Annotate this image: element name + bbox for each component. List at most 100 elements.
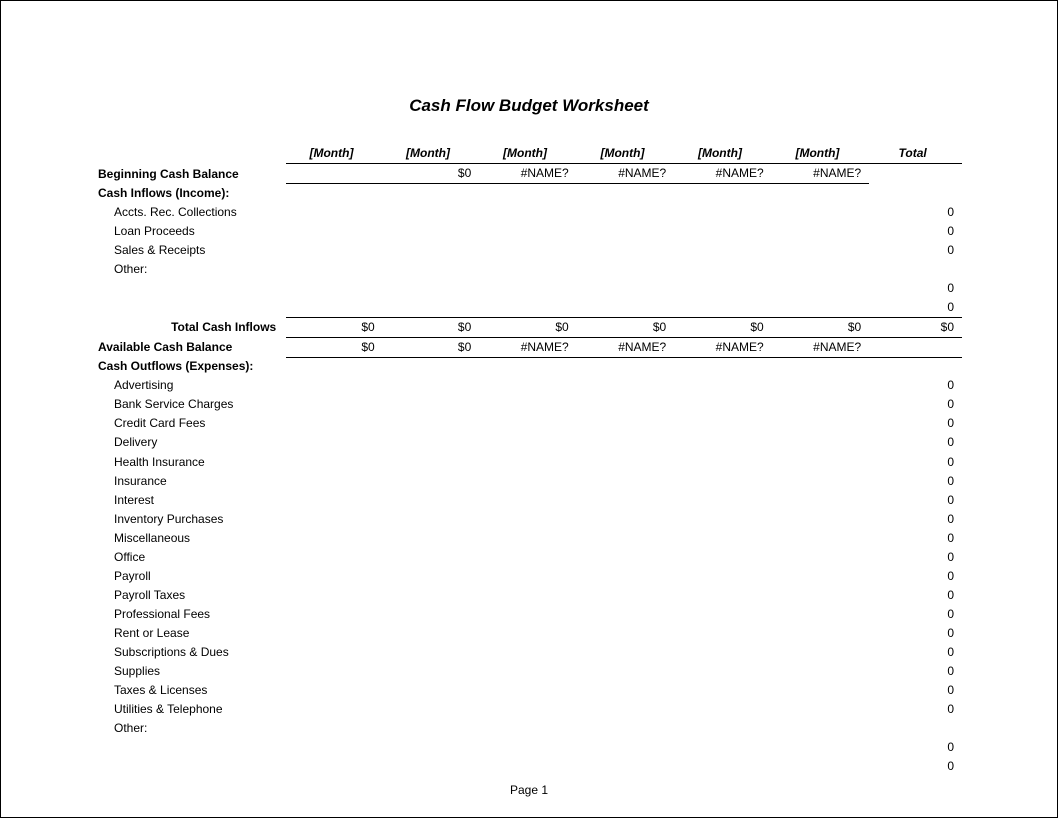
item-label <box>96 279 286 298</box>
cell: $0 <box>674 317 771 337</box>
cell: $0 <box>383 317 480 337</box>
row-beginning-balance: Beginning Cash Balance $0 #NAME? #NAME? … <box>96 164 962 184</box>
row-outflow-item: Payroll0 <box>96 567 962 586</box>
page-title: Cash Flow Budget Worksheet <box>96 96 962 116</box>
col-header-total: Total <box>869 144 962 164</box>
cell <box>286 395 383 414</box>
cell-total <box>869 719 962 738</box>
cell-total: 0 <box>869 700 962 719</box>
cell <box>383 241 480 260</box>
cell <box>479 624 576 643</box>
cell <box>577 453 674 472</box>
cell <box>577 376 674 395</box>
cell <box>479 548 576 567</box>
cell <box>772 395 869 414</box>
cell <box>286 453 383 472</box>
cell <box>479 567 576 586</box>
item-label: Other: <box>96 260 286 279</box>
cell <box>772 491 869 510</box>
cell <box>577 203 674 222</box>
cell <box>674 586 771 605</box>
cell <box>674 414 771 433</box>
cell <box>479 719 576 738</box>
col-header-month: [Month] <box>772 144 869 164</box>
cell-total: 0 <box>869 279 962 298</box>
cell: #NAME? <box>772 337 869 357</box>
cell <box>286 662 383 681</box>
cell-total: 0 <box>869 643 962 662</box>
cell <box>674 567 771 586</box>
cell <box>577 491 674 510</box>
item-label: Subscriptions & Dues <box>96 643 286 662</box>
item-label: Loan Proceeds <box>96 222 286 241</box>
cell <box>383 510 480 529</box>
row-outflow-item: Subscriptions & Dues 0 <box>96 643 962 662</box>
cell <box>577 757 674 776</box>
cell <box>674 491 771 510</box>
cell: #NAME? <box>674 164 771 184</box>
cell <box>772 529 869 548</box>
cell <box>479 222 576 241</box>
cell <box>383 433 480 452</box>
col-header-month: [Month] <box>479 144 576 164</box>
cell <box>577 643 674 662</box>
cell <box>772 414 869 433</box>
cell <box>383 298 480 318</box>
cell: #NAME? <box>577 164 674 184</box>
cell: $0 <box>772 317 869 337</box>
cell <box>772 433 869 452</box>
cell <box>286 510 383 529</box>
cell <box>772 279 869 298</box>
cell <box>772 681 869 700</box>
cell <box>286 376 383 395</box>
item-label: Professional Fees <box>96 605 286 624</box>
cell <box>577 298 674 318</box>
cell <box>577 738 674 757</box>
cell-total: 0 <box>869 548 962 567</box>
cell: $0 <box>383 337 480 357</box>
cell <box>577 433 674 452</box>
cell-total: 0 <box>869 757 962 776</box>
cell <box>577 719 674 738</box>
cell <box>577 529 674 548</box>
cell-total: 0 <box>869 662 962 681</box>
cell-total: 0 <box>869 433 962 452</box>
cell <box>674 738 771 757</box>
cell <box>479 586 576 605</box>
item-label <box>96 757 286 776</box>
cell <box>772 241 869 260</box>
item-label: Delivery <box>96 433 286 452</box>
item-label: Payroll <box>96 567 286 586</box>
cell <box>286 298 383 318</box>
row-outflow-blank: 0 <box>96 757 962 776</box>
cell <box>479 376 576 395</box>
item-label: Health Insurance <box>96 453 286 472</box>
cell <box>577 662 674 681</box>
cell <box>577 395 674 414</box>
cell <box>674 395 771 414</box>
cell: #NAME? <box>479 337 576 357</box>
label-outflows-header: Cash Outflows (Expenses): <box>96 357 286 376</box>
cell <box>577 510 674 529</box>
cell-total: 0 <box>869 222 962 241</box>
cell <box>286 757 383 776</box>
row-outflow-blank: 0 <box>96 738 962 757</box>
item-label: Supplies <box>96 662 286 681</box>
item-label: Inventory Purchases <box>96 510 286 529</box>
cell <box>383 605 480 624</box>
row-outflows-header: Cash Outflows (Expenses): <box>96 357 962 376</box>
cell <box>383 376 480 395</box>
cell <box>383 681 480 700</box>
cell <box>577 548 674 567</box>
row-outflow-item: Credit Card Fees0 <box>96 414 962 433</box>
cell <box>286 433 383 452</box>
cell <box>286 567 383 586</box>
item-label <box>96 298 286 318</box>
cell <box>383 222 480 241</box>
cell <box>383 472 480 491</box>
cell <box>383 643 480 662</box>
cell-total: 0 <box>869 453 962 472</box>
cell <box>674 624 771 643</box>
cell-total: 0 <box>869 624 962 643</box>
cell <box>772 376 869 395</box>
